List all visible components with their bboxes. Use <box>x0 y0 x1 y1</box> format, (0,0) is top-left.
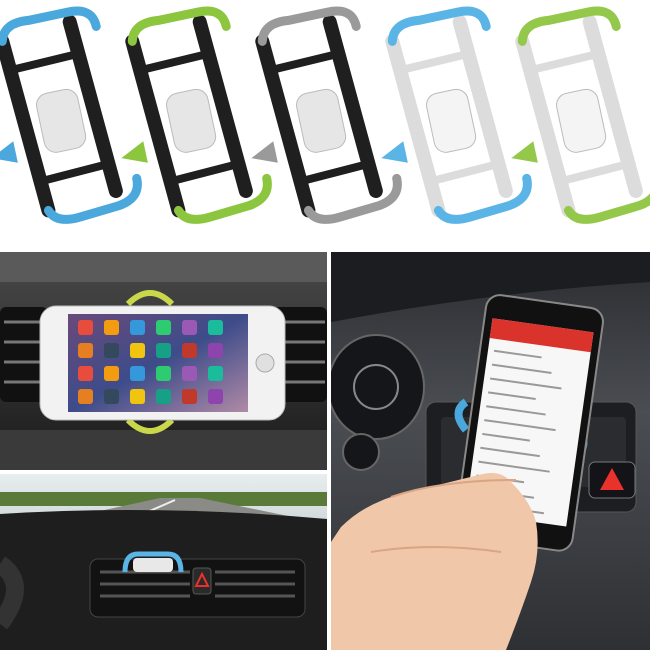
hazard-button <box>588 461 636 499</box>
app-icon <box>208 389 223 404</box>
holder-part-6 <box>10 49 81 74</box>
app-icon <box>130 320 145 335</box>
app-icon <box>130 389 145 404</box>
dashboard-lower-panel <box>0 430 327 470</box>
holder-variant-white-green <box>511 6 650 224</box>
app-icon <box>104 320 119 335</box>
app-icon <box>182 389 197 404</box>
app-icon <box>208 366 223 381</box>
app-icon <box>182 366 197 381</box>
app-icon <box>156 320 171 335</box>
holder-part-5 <box>251 141 278 163</box>
holder-part-3 <box>303 173 402 224</box>
app-icon <box>104 343 119 358</box>
app-icon <box>104 366 119 381</box>
vent-closeup-svg <box>0 252 327 470</box>
smartphone <box>39 305 286 421</box>
holder-part-3 <box>43 173 142 224</box>
holder-part-4 <box>426 88 477 153</box>
holder-part-7 <box>560 159 631 186</box>
variants-svg <box>0 6 650 224</box>
dashboard-hand-photo <box>331 252 650 650</box>
holder-part-7 <box>300 159 371 186</box>
app-icon <box>156 366 171 381</box>
holder-variant-white-blue <box>381 6 532 224</box>
app-icon <box>130 366 145 381</box>
holder-part-4 <box>556 88 607 153</box>
holder-part-6 <box>530 49 601 74</box>
app-icon <box>182 320 197 335</box>
car-interior-svg <box>0 474 327 650</box>
holder-variant-black-green <box>121 6 272 224</box>
holder-part-5 <box>0 141 18 163</box>
app-icon <box>78 389 93 404</box>
app-icon <box>104 389 119 404</box>
holder-variant-black-gray <box>251 6 402 224</box>
dashboard-top-trim <box>0 252 327 282</box>
holder-part-4 <box>166 88 217 153</box>
holder-part-4 <box>296 88 347 153</box>
holder-variant-black-blue <box>0 6 142 224</box>
car-interior-photo <box>0 474 327 650</box>
holder-part-7 <box>40 159 111 186</box>
holder-part-5 <box>381 141 408 163</box>
vent-closeup-photo <box>0 252 327 470</box>
app-icon <box>208 320 223 335</box>
holder-part-6 <box>270 49 341 74</box>
holder-part-7 <box>430 159 501 186</box>
app-icon <box>78 366 93 381</box>
holder-part-5 <box>511 141 538 163</box>
app-icon <box>130 343 145 358</box>
app-icon <box>182 343 197 358</box>
product-variants-strip <box>0 0 650 248</box>
holder-part-7 <box>170 159 241 186</box>
app-icon <box>208 343 223 358</box>
dashboard-hand-svg <box>331 252 650 650</box>
holder-part-3 <box>433 173 532 224</box>
app-icon <box>156 389 171 404</box>
hazard-button <box>192 567 212 595</box>
holder-part-6 <box>400 49 471 74</box>
home-button-icon <box>255 353 275 373</box>
holder-part-6 <box>140 49 211 74</box>
app-icon <box>78 320 93 335</box>
app-icon <box>156 343 171 358</box>
holder-part-5 <box>121 141 148 163</box>
holder-part-3 <box>173 173 272 224</box>
app-icon <box>78 343 93 358</box>
holder-part-4 <box>36 88 87 153</box>
